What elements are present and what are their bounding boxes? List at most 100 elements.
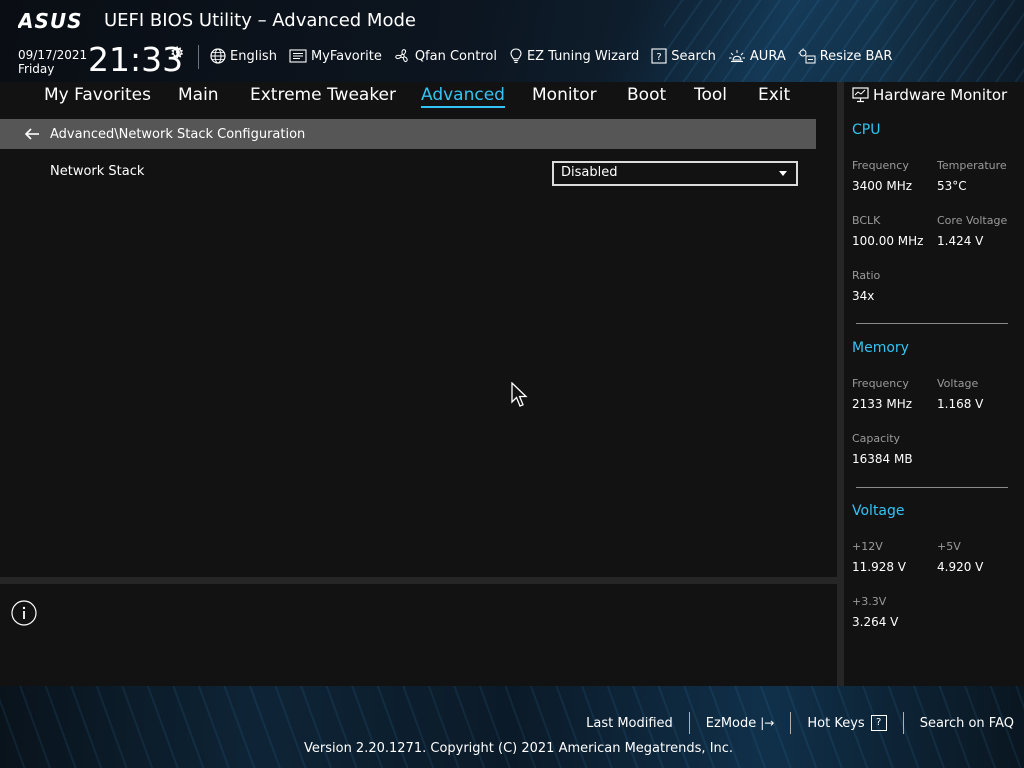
voltage-12v-value: 11.928 V	[852, 560, 907, 574]
svg-text:?: ?	[657, 52, 662, 63]
network-stack-dropdown[interactable]: Disabled	[552, 161, 798, 186]
tab-tool[interactable]: Tool	[694, 85, 727, 105]
tab-main[interactable]: Main	[178, 85, 219, 105]
aura-button[interactable]: AURA	[728, 48, 786, 64]
memory-voltage-value: 1.168 V	[937, 397, 984, 411]
ez-tuning-wizard-label: EZ Tuning Wizard	[526, 48, 640, 64]
question-box-icon: ?	[870, 715, 887, 731]
search-label: Search	[671, 48, 716, 64]
bclk-value: 100.00 MHz	[852, 234, 924, 248]
asus-logo: ASUS	[18, 11, 83, 31]
panel-divider-vertical	[837, 82, 844, 686]
voltage-3v3-label: +3.3V	[852, 595, 887, 608]
aura-light-icon	[728, 50, 745, 63]
section-divider	[856, 487, 1008, 488]
myfavorite-label: MyFavorite	[310, 48, 382, 64]
hardware-monitor-panel: Hardware Monitor CPU Frequency Temperatu…	[844, 82, 1024, 686]
tab-boot[interactable]: Boot	[627, 85, 666, 105]
breadcrumb: Advanced\Network Stack Configuration	[0, 119, 816, 149]
search-on-faq-button[interactable]: Search on FAQ	[920, 716, 1014, 731]
toolbar: English MyFavorite Qfan Control EZ Tunin…	[210, 45, 904, 67]
voltage-section-heading: Voltage	[852, 503, 905, 519]
footer-divider	[790, 712, 792, 734]
cpu-section-heading: CPU	[852, 122, 881, 138]
myfavorite-button[interactable]: MyFavorite	[289, 49, 382, 64]
ezmode-label: EzMode	[705, 715, 757, 731]
ezmode-button[interactable]: EzMode |→	[706, 716, 775, 731]
ratio-value: 34x	[852, 289, 875, 303]
question-box-icon: ?	[651, 48, 667, 64]
tab-exit[interactable]: Exit	[758, 85, 790, 105]
date-text: 09/17/2021	[18, 48, 88, 62]
caret-down-icon	[779, 171, 787, 176]
footer-divider	[902, 712, 904, 734]
favorite-list-icon	[289, 49, 307, 63]
mouse-cursor-icon	[511, 382, 528, 407]
memory-voltage-label: Voltage	[937, 377, 979, 390]
footer-links: Last Modified EzMode |→ Hot Keys ? Searc…	[586, 712, 1014, 734]
voltage-5v-value: 4.920 V	[937, 560, 984, 574]
tab-extreme-tweaker[interactable]: Extreme Tweaker	[250, 85, 396, 105]
core-voltage-value: 1.424 V	[937, 234, 984, 248]
hardware-monitor-header: Hardware Monitor	[852, 86, 1007, 104]
cpu-temperature-value: 53°C	[937, 179, 967, 193]
window-title: UEFI BIOS Utility – Advanced Mode	[104, 10, 416, 31]
date-display: 09/17/2021 Friday	[18, 48, 87, 76]
voltage-3v3-value: 3.264 V	[852, 615, 899, 629]
language-button[interactable]: English	[210, 48, 277, 64]
exit-arrow-icon: |→	[760, 716, 775, 730]
language-label: English	[230, 48, 277, 64]
voltage-12v-label: +12V	[852, 540, 883, 553]
resize-bar-button[interactable]: Resize BAR	[798, 48, 893, 64]
tab-advanced[interactable]: Advanced	[421, 85, 505, 108]
core-voltage-label: Core Voltage	[937, 214, 1008, 227]
lightbulb-icon	[510, 48, 522, 64]
hot-keys-button[interactable]: Hot Keys ?	[807, 715, 887, 731]
search-button[interactable]: ? Search	[651, 48, 716, 64]
memory-frequency-value: 2133 MHz	[852, 397, 913, 411]
voltage-5v-label: +5V	[937, 540, 961, 553]
monitor-icon	[852, 87, 869, 103]
memory-frequency-label: Frequency	[852, 377, 909, 390]
resize-bar-icon	[798, 48, 816, 64]
back-arrow-icon[interactable]	[24, 127, 40, 141]
footer-divider	[688, 712, 690, 734]
main-nav: My Favorites Main Extreme Tweaker Advanc…	[0, 82, 837, 110]
section-divider	[856, 323, 1008, 324]
network-stack-label: Network Stack	[50, 164, 145, 179]
cpu-frequency-value: 3400 MHz	[852, 179, 913, 193]
footer-bar: Last Modified EzMode |→ Hot Keys ? Searc…	[0, 686, 1024, 768]
clock-time: 21:33	[88, 40, 184, 79]
resize-bar-label: Resize BAR	[819, 48, 893, 64]
day-text: Friday	[18, 62, 55, 76]
memory-capacity-label: Capacity	[852, 432, 901, 445]
help-info-panel	[0, 584, 837, 686]
memory-section-heading: Memory	[852, 340, 909, 356]
svg-text:ASUS: ASUS	[18, 11, 83, 31]
info-icon	[11, 600, 37, 626]
memory-capacity-value: 16384 MB	[852, 452, 913, 466]
ez-tuning-wizard-button[interactable]: EZ Tuning Wizard	[509, 48, 639, 64]
globe-icon	[210, 48, 226, 64]
tab-monitor[interactable]: Monitor	[532, 85, 597, 105]
aura-label: AURA	[749, 48, 786, 64]
hardware-monitor-title: Hardware Monitor	[873, 86, 1008, 104]
network-stack-value: Disabled	[561, 165, 618, 180]
tab-my-favorites[interactable]: My Favorites	[44, 85, 151, 105]
header-divider	[198, 45, 199, 69]
last-modified-button[interactable]: Last Modified	[586, 716, 673, 731]
ratio-label: Ratio	[852, 269, 881, 282]
breadcrumb-path: Advanced\Network Stack Configuration	[50, 126, 306, 142]
copyright-text: Version 2.20.1271. Copyright (C) 2021 Am…	[304, 741, 734, 756]
cpu-frequency-label: Frequency	[852, 159, 909, 172]
header-bar: ASUS UEFI BIOS Utility – Advanced Mode 0…	[0, 0, 1024, 82]
hot-keys-label: Hot Keys	[807, 715, 865, 731]
panel-divider-horizontal	[0, 577, 837, 584]
cpu-temperature-label: Temperature	[937, 159, 1007, 172]
qfan-control-label: Qfan Control	[414, 48, 497, 64]
setting-row-network-stack: Network Stack Disabled	[0, 159, 816, 186]
settings-panel: Network Stack Disabled	[0, 149, 837, 577]
bclk-label: BCLK	[852, 214, 881, 227]
qfan-control-button[interactable]: Qfan Control	[394, 48, 497, 64]
gear-icon[interactable]: ⚙	[170, 43, 184, 62]
